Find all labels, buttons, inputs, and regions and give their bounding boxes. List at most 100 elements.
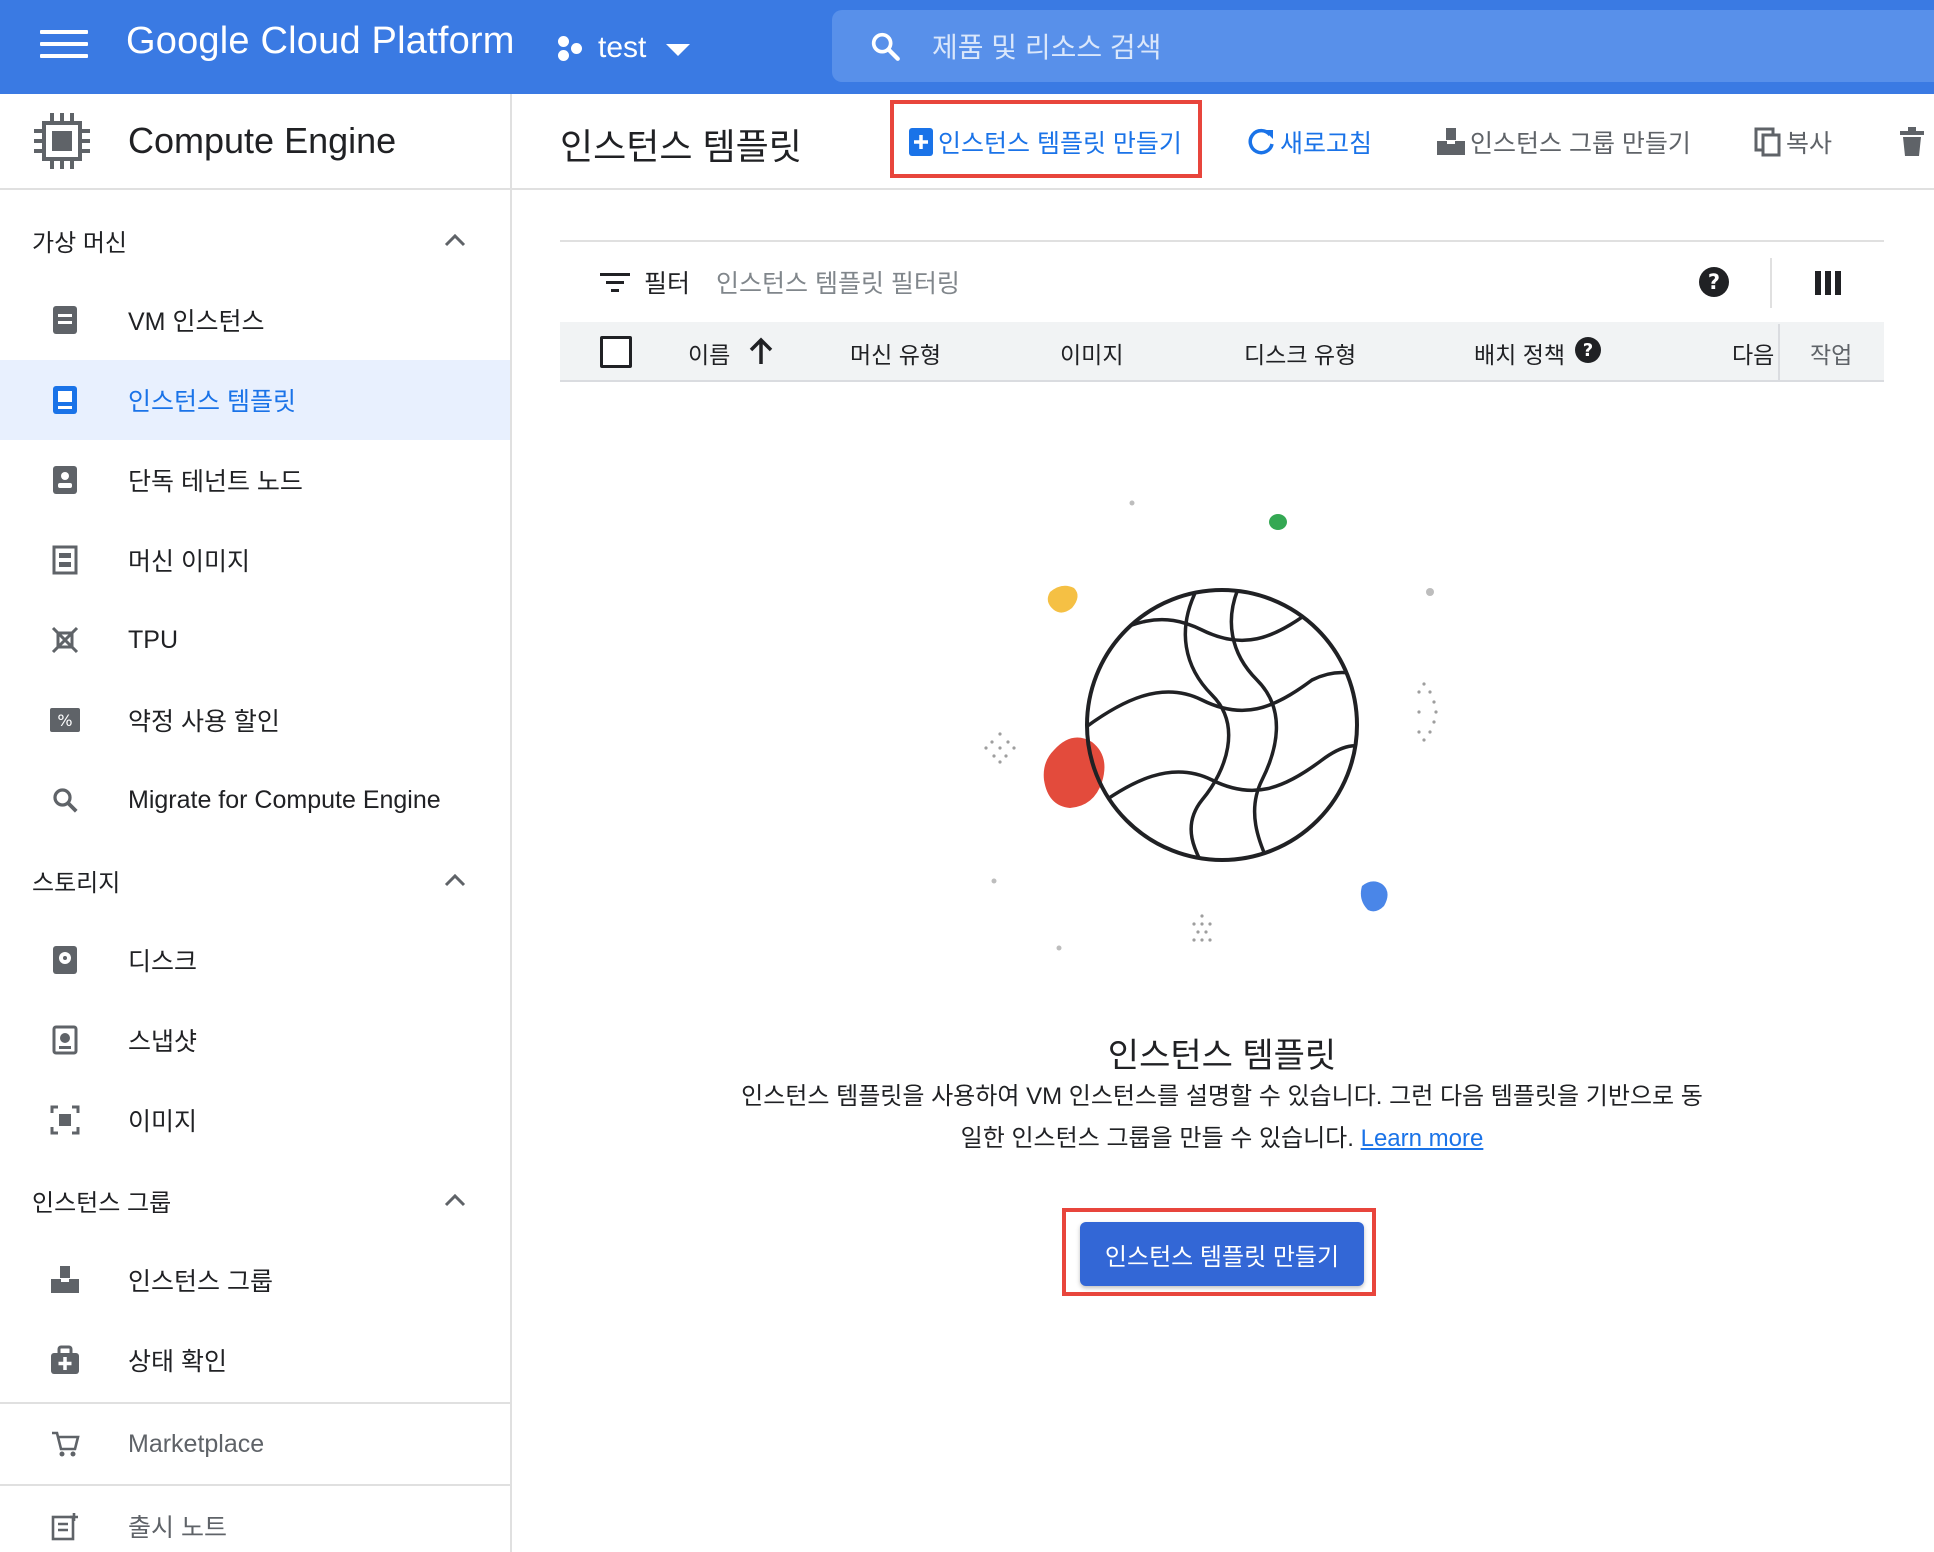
select-all-checkbox[interactable] (600, 336, 632, 368)
search-icon (48, 783, 82, 817)
search-bar[interactable]: 제품 및 리소스 검색 (832, 10, 1934, 82)
sidebar-item-instance-templates[interactable]: 인스턴스 템플릿 (0, 360, 510, 440)
svg-text:?: ? (1708, 270, 1720, 294)
column-header-machine-type[interactable]: 머신 유형 (850, 336, 941, 370)
filter-input[interactable]: 인스턴스 템플릿 필터링 (716, 264, 960, 300)
project-dots-icon (556, 33, 586, 63)
help-icon[interactable]: ? (1698, 266, 1730, 298)
product-title: Compute Engine (128, 120, 397, 161)
section-virtual-machines[interactable]: 가상 머신 (0, 200, 510, 280)
sidebar-item-machine-images[interactable]: 머신 이미지 (0, 520, 510, 600)
empty-state-description: 인스턴스 템플릿을 사용하여 VM 인스턴스를 설명할 수 있습니다. 그런 다… (740, 1076, 1704, 1160)
vm-instances-icon (48, 303, 82, 337)
sidebar-item-label: 스냅샷 (128, 1028, 198, 1056)
column-header-disk-type[interactable]: 디스크 유형 (1244, 336, 1356, 370)
empty-state-illustration (984, 500, 1438, 951)
svg-text:?: ? (1583, 340, 1593, 361)
sidebar-item-label: 인스턴스 템플릿 (128, 388, 296, 416)
help-icon[interactable]: ? (1574, 336, 1602, 364)
column-header-actions: 작업 (1810, 342, 1853, 368)
sidebar-item-label: 약정 사용 할인 (128, 708, 280, 736)
page-title: 인스턴스 템플릿 (560, 126, 802, 167)
sidebar-item-label: Migrate for Compute Engine (128, 785, 441, 814)
machine-images-icon (48, 543, 82, 577)
column-divider (1778, 324, 1780, 380)
copy-icon (1754, 127, 1781, 157)
health-check-icon (48, 1343, 82, 1377)
sidebar-item-health-checks[interactable]: 상태 확인 (0, 1320, 510, 1400)
sidebar-item-label: 인스턴스 그룹 (128, 1268, 273, 1296)
sidebar: Compute Engine 가상 머신 VM 인스턴스 인스턴스 템플릿 단독… (0, 94, 512, 1552)
main-menu-button[interactable] (40, 30, 88, 64)
copy-button[interactable]: 복사 (1754, 122, 1832, 162)
create-group-button[interactable]: 인스턴스 그룹 만들기 (1436, 122, 1691, 162)
sidebar-item-images[interactable]: 이미지 (0, 1080, 510, 1160)
sidebar-item-vm-instances[interactable]: VM 인스턴스 (0, 280, 510, 360)
learn-more-link[interactable]: Learn more (1361, 1125, 1484, 1152)
table-header: 이름 머신 유형 이미지 디스크 유형 배치 정책 ? 다음 작업 (560, 322, 1884, 382)
sidebar-item-migrate[interactable]: Migrate for Compute Engine (0, 760, 510, 840)
chevron-down-icon (666, 44, 691, 56)
sidebar-item-tpu[interactable]: TPU (0, 600, 510, 680)
cart-icon (48, 1427, 82, 1461)
highlight-box (890, 100, 1202, 178)
sidebar-item-label: TPU (128, 625, 178, 654)
column-header-name[interactable]: 이름 (688, 336, 730, 370)
create-template-primary-button[interactable]: 인스턴스 템플릿 만들기 (1080, 1222, 1364, 1286)
project-name: test (598, 31, 647, 64)
empty-state-title: 인스턴스 템플릿 (1107, 1037, 1337, 1075)
chevron-up-icon (444, 1193, 466, 1207)
filter-label: 필터 (644, 270, 691, 298)
sidebar-item-label: Marketplace (128, 1429, 265, 1458)
column-header-placement-policy[interactable]: 배치 정책 (1474, 336, 1565, 370)
section-label: 인스턴스 그룹 (32, 1189, 172, 1217)
chevron-up-icon (444, 873, 466, 887)
images-icon (48, 1103, 82, 1137)
sidebar-item-disks[interactable]: 디스크 (0, 920, 510, 1000)
tpu-icon (48, 623, 82, 657)
column-display-icon[interactable] (1814, 270, 1842, 296)
search-icon (871, 32, 900, 61)
section-label: 가상 머신 (32, 229, 127, 257)
project-selector[interactable]: test (556, 28, 691, 68)
compute-engine-icon (34, 113, 90, 169)
sidebar-item-label: 이미지 (128, 1108, 198, 1136)
column-header-next[interactable]: 다음 (1732, 336, 1774, 370)
snapshot-icon (48, 1023, 82, 1057)
sidebar-header: Compute Engine (0, 94, 510, 190)
sole-tenant-nodes-icon (48, 463, 82, 497)
create-group-label: 인스턴스 그룹 만들기 (1470, 130, 1691, 158)
refresh-button[interactable]: 새로고침 (1246, 122, 1372, 162)
sidebar-item-marketplace[interactable]: Marketplace (0, 1404, 510, 1484)
sidebar-item-release-notes[interactable]: 출시 노트 (0, 1486, 510, 1552)
sidebar-item-label: 단독 테넌트 노드 (128, 468, 303, 496)
refresh-label: 새로고침 (1280, 130, 1373, 158)
chevron-up-icon (444, 233, 466, 247)
sidebar-item-instance-groups[interactable]: 인스턴스 그룹 (0, 1240, 510, 1320)
empty-state-text: 인스턴스 템플릿을 사용하여 VM 인스턴스를 설명할 수 있습니다. 그런 다… (741, 1083, 1703, 1152)
section-storage[interactable]: 스토리지 (0, 840, 510, 920)
sidebar-item-snapshots[interactable]: 스냅샷 (0, 1000, 510, 1080)
committed-use-discount-icon: % (48, 703, 82, 737)
search-input[interactable]: 제품 및 리소스 검색 (932, 26, 1161, 66)
column-header-image[interactable]: 이미지 (1060, 336, 1123, 370)
disk-icon (48, 943, 82, 977)
filter-bar: 필터 인스턴스 템플릿 필터링 ? (560, 240, 1884, 322)
sidebar-item-label: 머신 이미지 (128, 548, 250, 576)
section-instance-groups[interactable]: 인스턴스 그룹 (0, 1160, 510, 1240)
sidebar-item-label: 출시 노트 (128, 1514, 227, 1542)
trash-icon (1900, 127, 1924, 156)
filter-list-icon (600, 273, 630, 292)
refresh-icon (1248, 128, 1274, 155)
page-header: 인스턴스 템플릿 인스턴스 템플릿 만들기 새로고침 인스턴스 그룹 만들기 복… (512, 94, 1934, 190)
delete-button[interactable] (1900, 122, 1928, 162)
sidebar-item-committed-use-discount[interactable]: % 약정 사용 할인 (0, 680, 510, 760)
instance-groups-icon (48, 1263, 82, 1297)
gcp-logo-text[interactable]: Google Cloud Platform (126, 20, 515, 63)
top-app-bar: Google Cloud Platform test 제품 및 리소스 검색 (0, 0, 1934, 94)
sidebar-item-sole-tenant-nodes[interactable]: 단독 테넌트 노드 (0, 440, 510, 520)
arrow-up-icon[interactable] (748, 336, 774, 366)
toolbar-divider (1770, 258, 1772, 308)
section-label: 스토리지 (32, 869, 121, 897)
svg-text:%: % (57, 711, 72, 730)
